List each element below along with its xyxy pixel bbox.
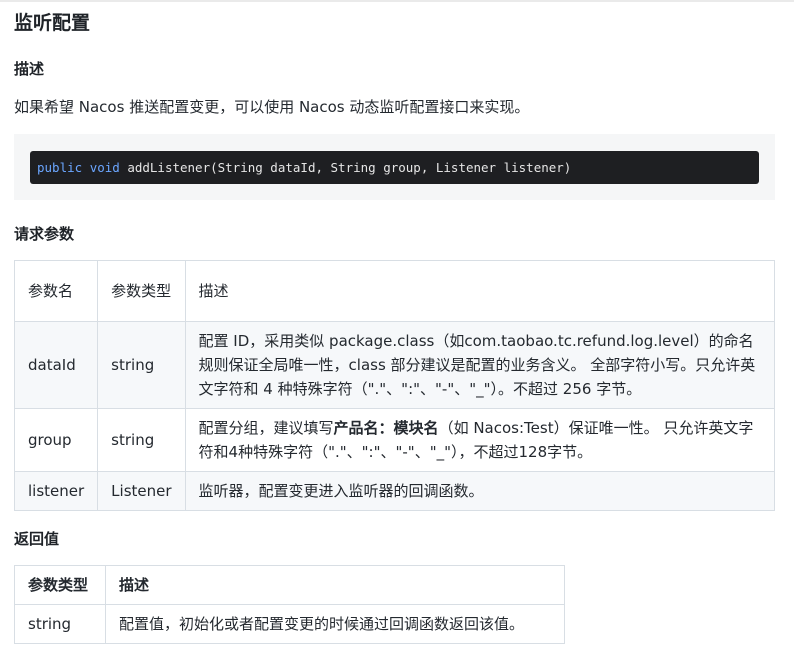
- params-table: 参数名 参数类型 描述 dataId string 配置 ID，采用类似 pac…: [13, 260, 776, 511]
- params-heading: 请求参数: [14, 225, 75, 243]
- top-border: [0, 0, 794, 2]
- header-cell-type: 参数类型: [97, 260, 186, 322]
- desc-heading: 描述: [14, 60, 45, 78]
- return-type: string: [14, 604, 106, 644]
- table-row: group string 配置分组，建议填写产品名：模块名（如 Nacos:Te…: [13, 408, 776, 472]
- return-heading: 返回值: [14, 530, 60, 548]
- param-desc: 配置分组，建议填写产品名：模块名（如 Nacos:Test）保证唯一性。 只允许…: [184, 408, 776, 472]
- code-signature: addListener(String dataId, String group,…: [119, 160, 572, 175]
- param-desc: 配置 ID，采用类似 package.class（如com.taobao.tc.…: [184, 321, 776, 409]
- page-title: 监听配置: [14, 12, 91, 34]
- header-cell-desc: 描述: [105, 565, 565, 605]
- param-name: group: [13, 408, 99, 472]
- param-desc-pre: 配置分组，建议填写: [198, 419, 334, 437]
- desc-text: 如果希望 Nacos 推送配置变更，可以使用 Nacos 动态监听配置接口来实现…: [14, 98, 530, 116]
- return-header-row: 参数类型 描述: [14, 565, 565, 605]
- code-line: public void addListener(String dataId, S…: [30, 151, 759, 184]
- header-cell-type: 参数类型: [14, 565, 106, 605]
- param-desc-bold: 产品名：模块名: [333, 419, 439, 437]
- code-keyword-public: public: [37, 160, 83, 175]
- return-table: 参数类型 描述 string 配置值，初始化或者配置变更的时候通过回调函数返回该…: [14, 565, 565, 644]
- param-type: Listener: [97, 471, 186, 511]
- param-desc: 监听器，配置变更进入监听器的回调函数。: [184, 471, 776, 511]
- param-name: listener: [13, 471, 99, 511]
- table-row: dataId string 配置 ID，采用类似 package.class（如…: [13, 321, 776, 409]
- param-name: dataId: [13, 321, 99, 409]
- header-cell-name: 参数名: [13, 260, 99, 322]
- table-row: string 配置值，初始化或者配置变更的时候通过回调函数返回该值。: [14, 604, 565, 644]
- code-block[interactable]: public void addListener(String dataId, S…: [30, 151, 759, 184]
- param-type: string: [97, 321, 186, 409]
- table-row: listener Listener 监听器，配置变更进入监听器的回调函数。: [13, 471, 776, 511]
- return-desc: 配置值，初始化或者配置变更的时候通过回调函数返回该值。: [105, 604, 565, 644]
- param-type: string: [97, 408, 186, 472]
- params-header-row: 参数名 参数类型 描述: [13, 260, 776, 322]
- code-block-container: public void addListener(String dataId, S…: [14, 134, 775, 200]
- code-keyword-void: void: [89, 160, 120, 175]
- header-cell-desc: 描述: [184, 260, 776, 322]
